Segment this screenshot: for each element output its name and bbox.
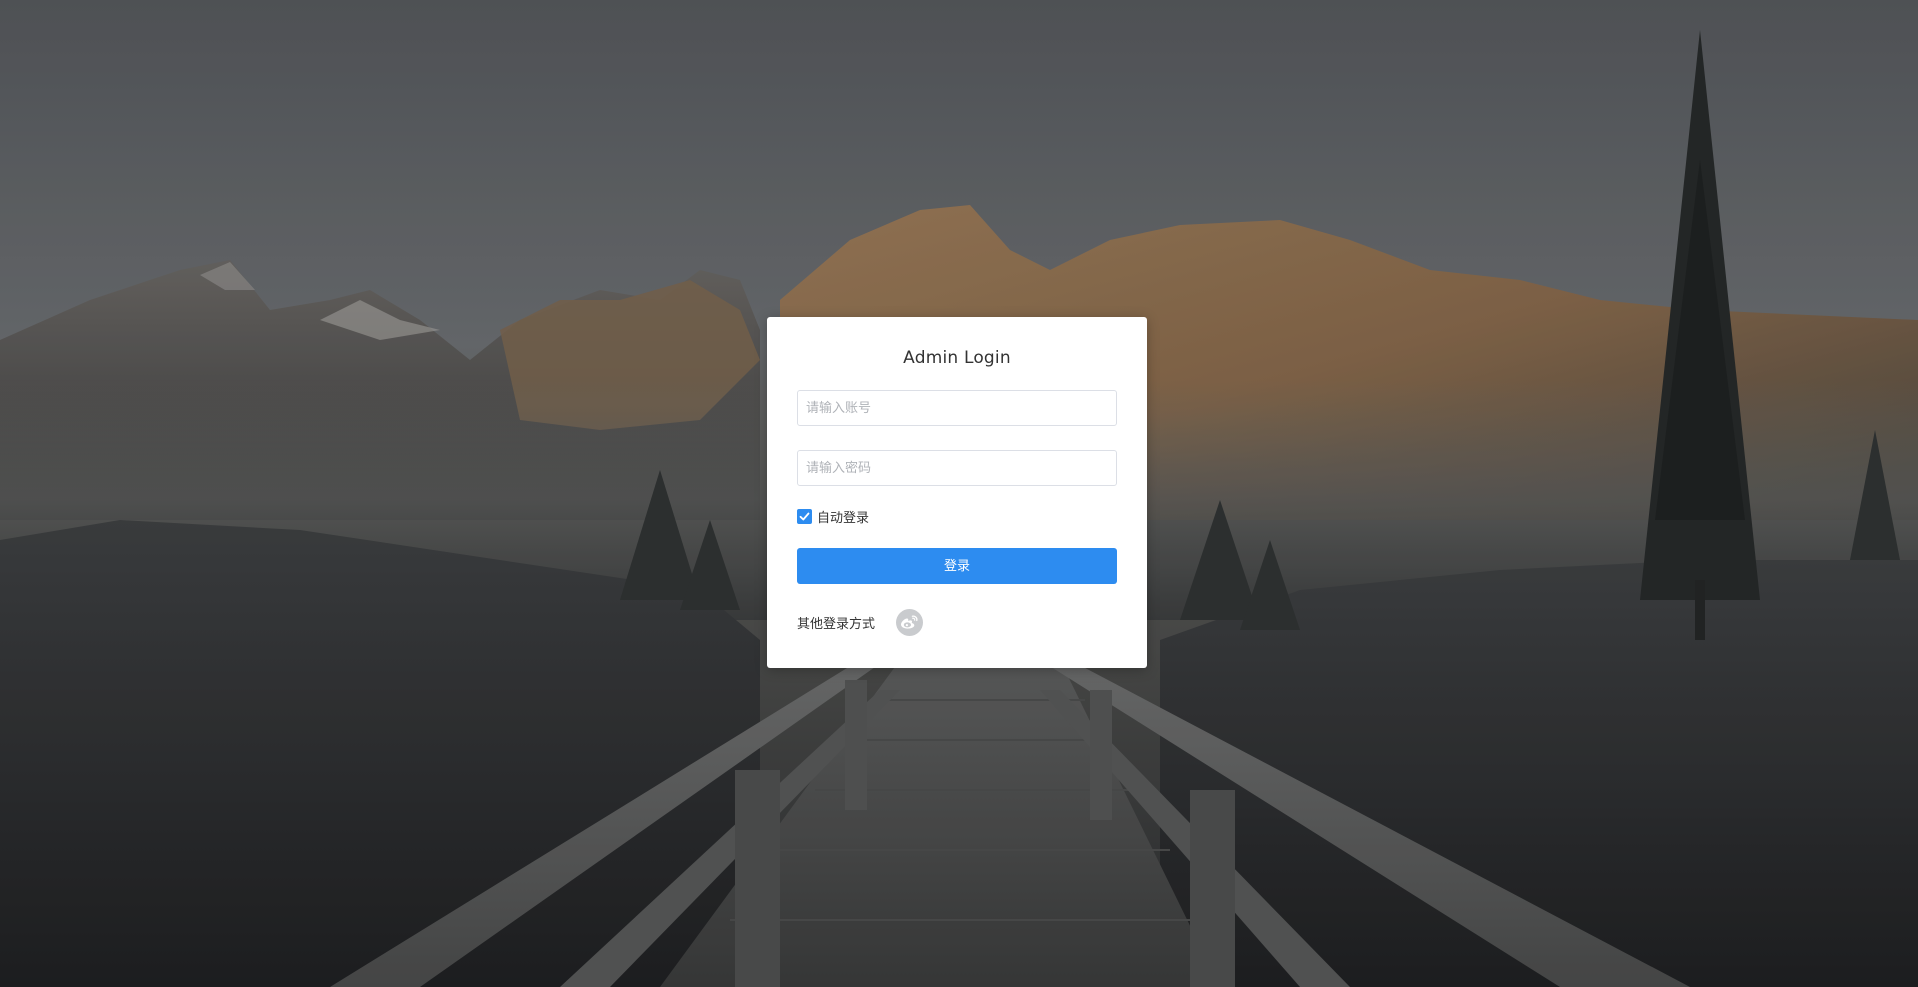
login-button[interactable]: 登录 xyxy=(797,548,1117,584)
auto-login-checkbox[interactable] xyxy=(797,508,812,524)
auto-login-label: 自动登录 xyxy=(817,510,870,526)
password-input[interactable] xyxy=(797,450,1117,486)
auto-login-option[interactable]: 自动登录 xyxy=(797,507,1117,526)
weibo-icon xyxy=(901,615,918,629)
login-card: Admin Login 自动登录 登录 其他登录方式 xyxy=(767,317,1147,668)
login-title: Admin Login xyxy=(903,348,1011,368)
other-login-label: 其他登录方式 xyxy=(797,616,876,632)
checkmark-icon xyxy=(799,512,810,520)
weibo-login-button[interactable] xyxy=(896,608,924,636)
other-login-methods: 其他登录方式 xyxy=(797,608,1117,636)
username-input[interactable] xyxy=(797,390,1117,426)
